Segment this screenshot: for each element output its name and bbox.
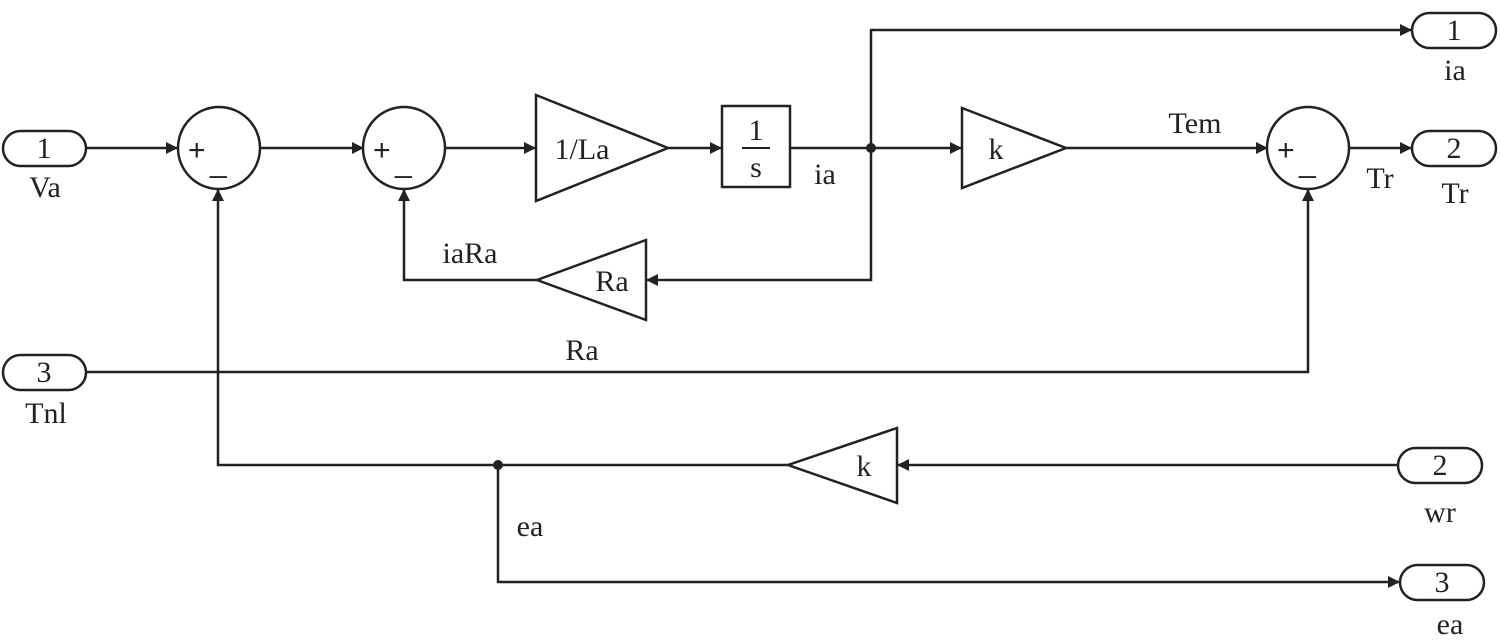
- gain-block-k-emf[interactable]: k: [784, 426, 899, 505]
- plus-sign: +: [373, 134, 391, 167]
- wire-ea-sum1: [212, 189, 788, 467]
- port-label: Tnl: [25, 397, 67, 430]
- port-label: wr: [1424, 496, 1456, 529]
- wire-ea-out: [496, 465, 1400, 588]
- outport-tr[interactable]: 2 Tr: [1410, 129, 1498, 210]
- gain-value: k: [989, 133, 1004, 166]
- gain-value: k: [857, 450, 872, 483]
- sum-block-1[interactable]: + _: [176, 105, 262, 191]
- integrator-denominator: s: [750, 151, 762, 184]
- junction-ia: [866, 143, 876, 153]
- sum-block-3[interactable]: + _: [1265, 105, 1351, 191]
- signal-label-ia: ia: [814, 158, 836, 191]
- inport-tnl[interactable]: 3 Tnl: [1, 353, 88, 430]
- port-number: 1: [1447, 14, 1462, 47]
- inport-va[interactable]: 1 Va: [1, 129, 88, 204]
- signal-label-tem: Tem: [1169, 107, 1222, 140]
- sum-block-2[interactable]: + _: [361, 105, 447, 191]
- gain-block-ra[interactable]: Ra Ra: [533, 238, 648, 367]
- gain-block-inv-la[interactable]: 1/La: [534, 93, 672, 203]
- port-number: 3: [37, 356, 52, 389]
- gain-value: 1/La: [555, 133, 610, 166]
- minus-sign: _: [209, 146, 228, 179]
- junction-ea: [493, 460, 503, 470]
- minus-sign: _: [1298, 146, 1317, 179]
- port-number: 3: [1435, 566, 1450, 599]
- outport-ea[interactable]: 3 ea: [1398, 563, 1486, 641]
- port-number: 1: [37, 132, 52, 165]
- gain-block-k-torque[interactable]: k: [960, 106, 1070, 190]
- port-number: 2: [1447, 132, 1462, 165]
- signal-label-iara: iaRa: [443, 237, 498, 270]
- block-diagram: 1 Va 3 Tnl 2 wr 1 ia 2 Tr 3 ea + _ + _ +: [1, 11, 1498, 641]
- port-label: ia: [1444, 54, 1466, 87]
- port-number: 2: [1433, 449, 1448, 482]
- plus-sign: +: [1277, 134, 1295, 167]
- port-label: ea: [1437, 608, 1464, 641]
- port-label: Va: [29, 171, 61, 204]
- minus-sign: _: [394, 146, 413, 179]
- port-label: Tr: [1441, 177, 1468, 210]
- signal-label-ea: ea: [517, 510, 544, 543]
- outport-ia[interactable]: 1 ia: [1410, 11, 1498, 87]
- integrator-numerator: 1: [749, 114, 764, 147]
- gain-value: Ra: [595, 265, 628, 298]
- signal-label-tr: Tr: [1366, 162, 1393, 195]
- inport-wr[interactable]: 2 wr: [1396, 446, 1484, 529]
- integrator-block[interactable]: 1 s: [720, 104, 792, 189]
- block-name: Ra: [565, 334, 598, 367]
- plus-sign: +: [188, 134, 206, 167]
